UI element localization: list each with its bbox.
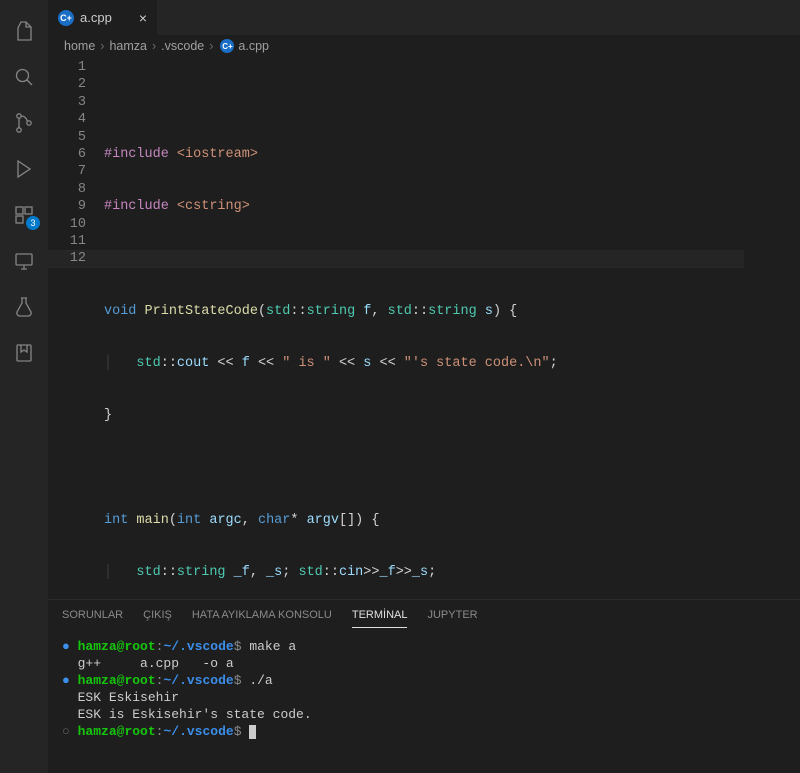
bottom-panel: SORUNLAR ÇIKIŞ HATA AYIKLAMA KONSOLU TER…: [48, 599, 800, 773]
run-debug-icon[interactable]: [0, 146, 48, 192]
activity-bar: 3: [0, 0, 48, 773]
breadcrumb-item[interactable]: a.cpp: [238, 39, 269, 53]
terminal-cursor: [249, 725, 256, 739]
remote-icon[interactable]: [0, 238, 48, 284]
tab-jupyter[interactable]: JUPYTER: [427, 609, 477, 628]
breadcrumb-item[interactable]: .vscode: [161, 39, 204, 53]
breadcrumb-item[interactable]: hamza: [109, 39, 147, 53]
terminal-output[interactable]: ● hamza@root:~/.vscode$ make a g++ a.cpp…: [48, 628, 800, 773]
extensions-badge: 3: [26, 216, 40, 230]
code-editor[interactable]: 12 34 56 78 910 1112 #include <iostream>…: [48, 57, 800, 599]
breadcrumb[interactable]: home› hamza› .vscode› C+ a.cpp: [48, 35, 800, 57]
code-content[interactable]: #include <iostream> #include <cstring> v…: [104, 59, 800, 599]
search-icon[interactable]: [0, 54, 48, 100]
close-icon[interactable]: ×: [139, 10, 147, 26]
cpp-icon: C+: [58, 10, 74, 26]
bookmark-icon[interactable]: [0, 330, 48, 376]
testing-icon[interactable]: [0, 284, 48, 330]
explorer-icon[interactable]: [0, 8, 48, 54]
editor-group: C+ a.cpp × home› hamza› .vscode› C+ a.cp…: [48, 0, 800, 773]
tab-problems[interactable]: SORUNLAR: [62, 609, 123, 628]
cpp-icon: C+: [220, 39, 234, 53]
panel-tabs: SORUNLAR ÇIKIŞ HATA AYIKLAMA KONSOLU TER…: [48, 600, 800, 628]
source-control-icon[interactable]: [0, 100, 48, 146]
tab-terminal[interactable]: TERMİNAL: [352, 609, 408, 628]
tab-label: a.cpp: [80, 10, 112, 25]
line-numbers: 12 34 56 78 910 1112: [48, 59, 104, 599]
tab-output[interactable]: ÇIKIŞ: [143, 609, 172, 628]
tab-debug-console[interactable]: HATA AYIKLAMA KONSOLU: [192, 609, 332, 628]
tab-bar: C+ a.cpp ×: [48, 0, 800, 35]
tab-a-cpp[interactable]: C+ a.cpp ×: [48, 0, 158, 35]
breadcrumb-item[interactable]: home: [64, 39, 95, 53]
extensions-icon[interactable]: 3: [0, 192, 48, 238]
